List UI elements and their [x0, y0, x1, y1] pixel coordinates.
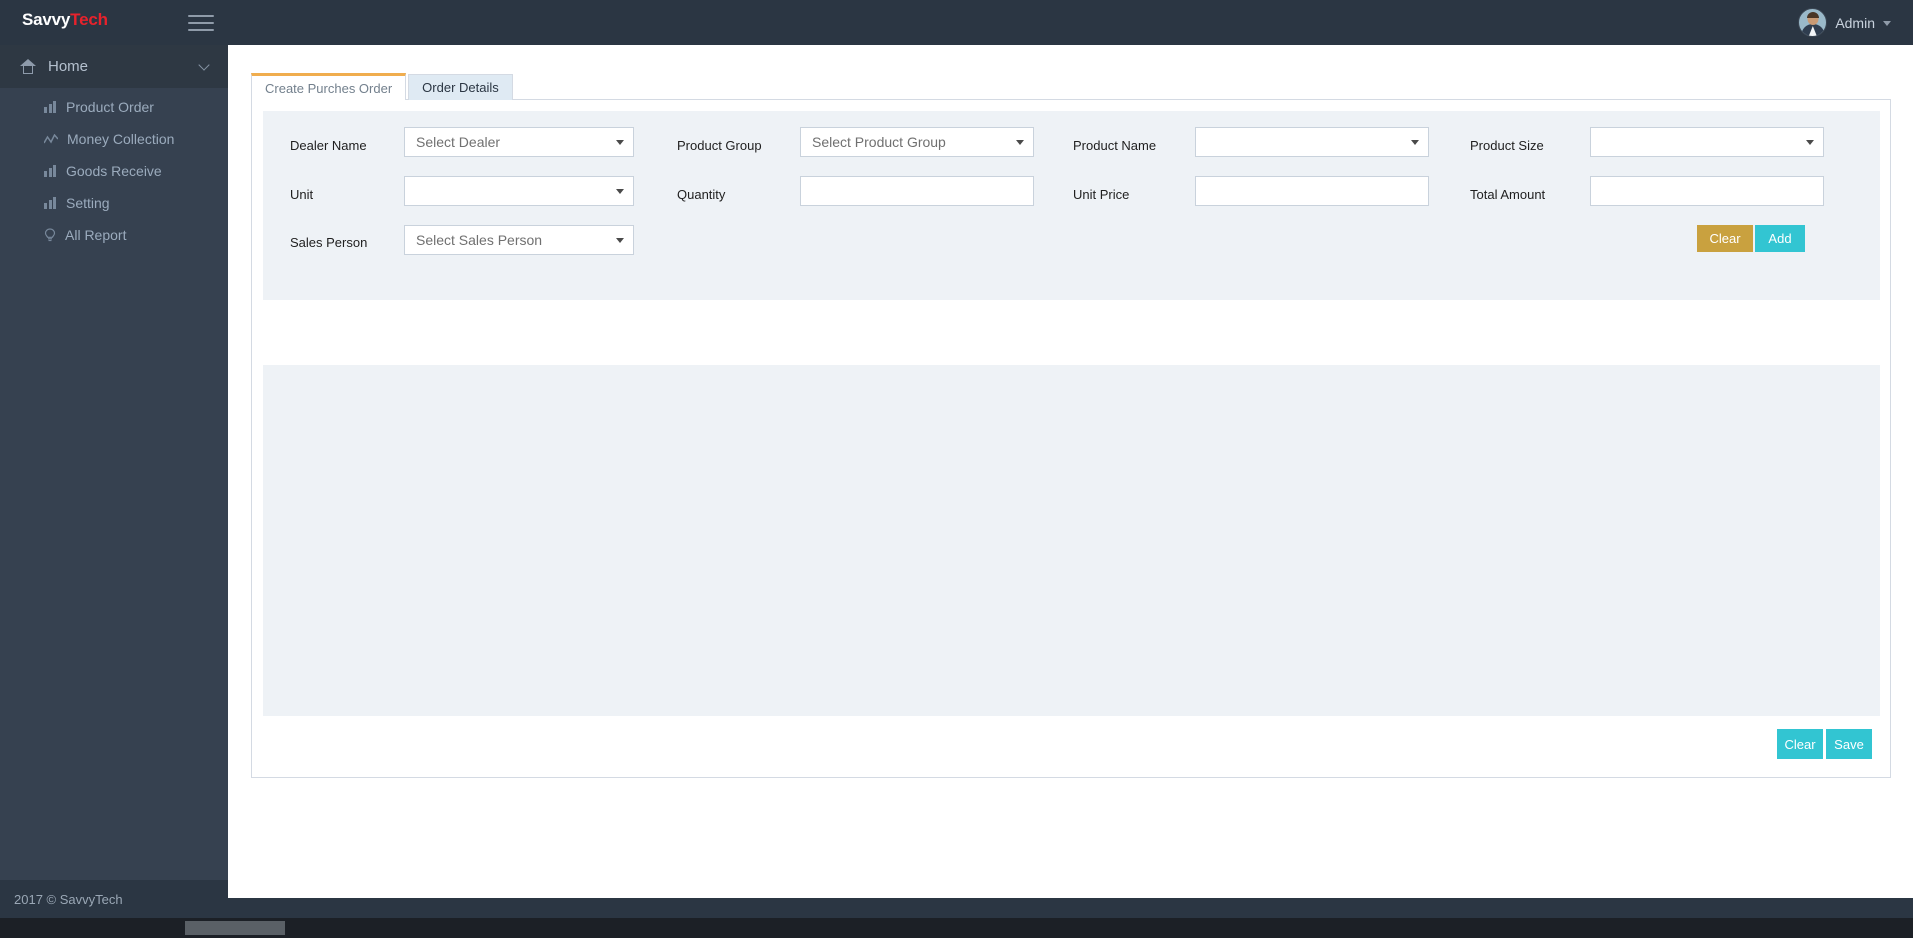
sidebar-item-money-collection[interactable]: Money Collection — [0, 126, 228, 152]
horizontal-scrollbar[interactable] — [0, 918, 1913, 938]
label-dealer-name: Dealer Name — [290, 138, 367, 153]
label-product-group: Product Group — [677, 138, 762, 153]
sidebar-item-label: Home — [48, 58, 89, 75]
label-unit: Unit — [290, 187, 314, 202]
chevron-down-icon — [1806, 140, 1814, 145]
tab-create-purches-order[interactable]: Create Purches Order — [251, 73, 407, 100]
chevron-down-icon — [1411, 140, 1419, 145]
tab-order-details[interactable]: Order Details — [408, 74, 513, 100]
home-icon — [20, 59, 36, 74]
main-content-area: Create Purches Order Order Details Deale… — [228, 45, 1913, 898]
sidebar-navigation: Home Product Order Money Collection Good… — [0, 45, 228, 918]
scrollbar-thumb[interactable] — [185, 921, 285, 935]
avatar — [1798, 8, 1828, 37]
sidebar-item-product-order[interactable]: Product Order — [0, 94, 228, 120]
label-unit-price: Unit Price — [1073, 187, 1130, 202]
product-group-value: Select Product Group — [812, 134, 946, 150]
sales-person-select[interactable]: Select Sales Person — [404, 225, 634, 255]
chevron-down-icon — [616, 189, 624, 194]
panel-save-label: Save — [1834, 736, 1864, 752]
sidebar-item-label: Product Order — [66, 99, 154, 115]
panel-clear-label: Clear — [1784, 736, 1816, 752]
sidebar-item-goods-receive[interactable]: Goods Receive — [0, 158, 228, 184]
form-add-button[interactable]: Add — [1755, 225, 1805, 252]
sidebar-item-home[interactable]: Home — [0, 45, 228, 88]
sidebar-item-label: Goods Receive — [66, 163, 162, 179]
dealer-name-select[interactable]: Select Dealer — [404, 127, 634, 157]
order-form-section: Dealer Name Select Dealer Product Group … — [263, 111, 1880, 300]
label-sales-person: Sales Person — [290, 235, 368, 250]
sales-person-value: Select Sales Person — [416, 232, 543, 248]
label-quantity: Quantity — [677, 187, 726, 202]
panel-save-button[interactable]: Save — [1826, 729, 1872, 759]
chevron-down-icon — [1016, 140, 1024, 145]
form-add-label: Add — [1768, 231, 1792, 246]
sidebar-item-label: All Report — [65, 227, 127, 243]
tab-label: Order Details — [422, 80, 499, 95]
user-name-label: Admin — [1835, 14, 1875, 31]
avatar-hair — [1806, 12, 1819, 18]
chevron-down-icon — [616, 140, 624, 145]
hamburger-line — [188, 15, 214, 17]
bar-chart-icon — [44, 101, 57, 113]
logo-text-accent: Tech — [70, 10, 108, 29]
app-logo[interactable]: SavvyTech — [22, 10, 108, 30]
label-total-amount: Total Amount — [1470, 187, 1546, 202]
top-header-bar: SavvyTech Admin — [0, 0, 1913, 45]
hamburger-menu-icon[interactable] — [188, 12, 214, 34]
quantity-input[interactable] — [800, 176, 1034, 206]
hamburger-line — [188, 22, 214, 24]
panel-footer-actions: Clear Save — [1777, 729, 1872, 759]
product-group-select[interactable]: Select Product Group — [800, 127, 1034, 157]
label-product-size: Product Size — [1470, 138, 1544, 153]
dealer-name-value: Select Dealer — [416, 134, 501, 150]
chevron-down-icon — [1883, 21, 1891, 26]
line-chart-icon — [43, 133, 59, 145]
sidebar-item-all-report[interactable]: All Report — [0, 222, 228, 248]
footer-copyright: 2017 © SavvyTech — [14, 891, 123, 907]
tab-content-panel: Dealer Name Select Dealer Product Group … — [251, 99, 1891, 778]
bar-chart-icon — [44, 197, 57, 209]
panel-clear-button[interactable]: Clear — [1777, 729, 1823, 759]
form-clear-button[interactable]: Clear — [1697, 225, 1753, 252]
lightbulb-icon — [44, 228, 56, 242]
sidebar-item-label: Setting — [66, 195, 110, 211]
tab-bar: Create Purches Order Order Details — [251, 73, 513, 100]
bar-chart-icon — [44, 165, 57, 177]
unit-price-input[interactable] — [1195, 176, 1429, 206]
user-menu[interactable]: Admin — [1790, 0, 1899, 45]
logo-text-primary: Savvy — [22, 10, 71, 29]
total-amount-input[interactable] — [1590, 176, 1824, 206]
unit-select[interactable] — [404, 176, 634, 206]
form-clear-label: Clear — [1709, 231, 1741, 246]
chevron-down-icon — [616, 238, 624, 243]
hamburger-line — [188, 29, 214, 31]
label-product-name: Product Name — [1073, 138, 1157, 153]
sidebar-item-setting[interactable]: Setting — [0, 190, 228, 216]
chevron-down-icon — [198, 58, 210, 71]
order-items-grid — [263, 365, 1880, 716]
sidebar-item-label: Money Collection — [67, 131, 175, 147]
tab-label: Create Purches Order — [265, 80, 393, 96]
product-name-select[interactable] — [1195, 127, 1429, 157]
product-size-select[interactable] — [1590, 127, 1824, 157]
